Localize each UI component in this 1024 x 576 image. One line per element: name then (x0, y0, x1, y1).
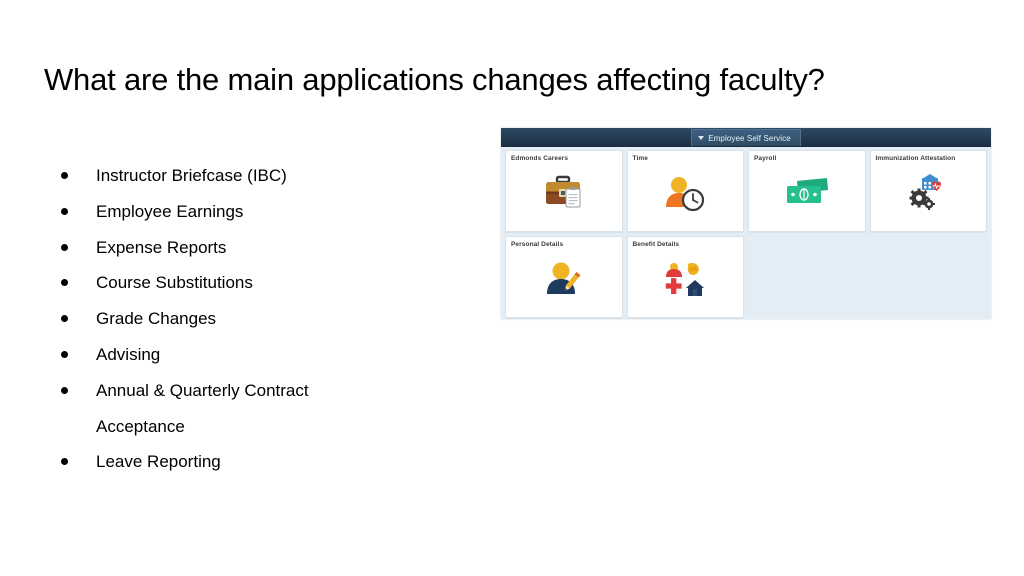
bullet-dot-icon (61, 207, 68, 215)
tile-time[interactable]: Time (626, 150, 744, 232)
bullet-dot-icon (61, 279, 68, 287)
tile-edmonds-careers[interactable]: Edmonds Careers (505, 150, 623, 232)
employee-self-service-tab-label: Employee Self Service (708, 133, 791, 143)
gears-health-icon (871, 169, 987, 217)
tile-label: Payroll (754, 155, 777, 162)
tile-label: Time (632, 155, 648, 162)
tile-label: Edmonds Careers (511, 155, 569, 162)
briefcase-clipboard-icon (506, 169, 622, 217)
bullet-dot-icon (61, 386, 68, 394)
list-item-label: Course Substitutions (96, 273, 253, 293)
list-item-label: Annual & Quarterly Contract Acceptance (96, 380, 309, 436)
tile-grid: Edmonds Careers Time Payroll Immunizatio… (501, 147, 991, 319)
bullet-dot-icon (61, 350, 68, 358)
list-item: Employee Earnings (55, 194, 455, 230)
list-item: Annual & Quarterly Contract Acceptance (55, 373, 396, 445)
tile-personal-details[interactable]: Personal Details (505, 236, 623, 318)
person-clock-icon (628, 169, 744, 217)
tile-benefit-details[interactable]: Benefit Details (626, 236, 744, 318)
employee-self-service-screenshot: Employee Self Service Edmonds Careers Ti… (501, 128, 991, 319)
applications-changes-list: Instructor Briefcase (IBC) Employee Earn… (55, 158, 455, 480)
list-item: Leave Reporting (55, 444, 455, 480)
tile-payroll[interactable]: Payroll (748, 150, 866, 232)
bullet-dot-icon (61, 458, 68, 466)
tile-label: Personal Details (511, 241, 564, 248)
list-item-label: Grade Changes (96, 309, 217, 329)
list-item: Advising (55, 337, 455, 373)
employee-self-service-tab[interactable]: Employee Self Service (691, 129, 801, 146)
benefits-grid-icon (628, 255, 744, 303)
screenshot-header-bar: Employee Self Service (501, 128, 991, 147)
bullet-dot-icon (61, 315, 68, 323)
list-item: Course Substitutions (55, 265, 455, 301)
tile-empty-slot (748, 236, 866, 318)
list-item: Instructor Briefcase (IBC) (55, 158, 455, 194)
cash-banknotes-icon (749, 169, 865, 217)
tile-empty-slot (870, 236, 988, 318)
bullet-dot-icon (61, 243, 68, 251)
list-item: Expense Reports (55, 230, 455, 266)
tile-label: Benefit Details (632, 241, 680, 248)
tile-immunization-attestation[interactable]: Immunization Attestation (869, 150, 987, 232)
tile-label: Immunization Attestation (875, 155, 956, 162)
list-item: Grade Changes (55, 301, 455, 337)
list-item-label: Instructor Briefcase (IBC) (96, 166, 287, 185)
list-item-label: Advising (96, 344, 161, 364)
list-item-label: Employee Earnings (96, 201, 244, 221)
person-pencil-icon (506, 255, 622, 303)
list-item-label: Leave Reporting (96, 452, 221, 472)
list-item-label: Expense Reports (96, 237, 227, 257)
chevron-down-icon (698, 136, 705, 140)
bullet-dot-icon (61, 172, 68, 179)
page-title: What are the main applications changes a… (44, 62, 825, 97)
